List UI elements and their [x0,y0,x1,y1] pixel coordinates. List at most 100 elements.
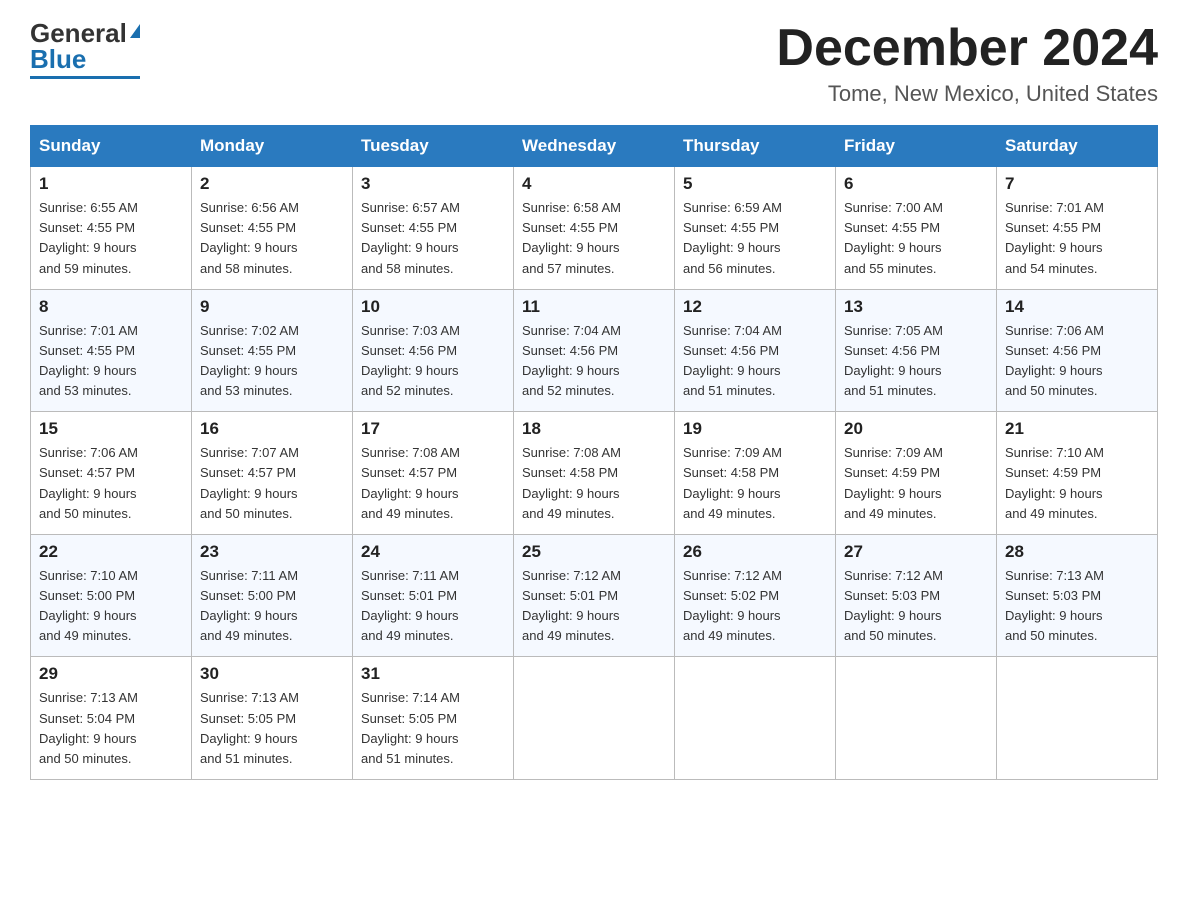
day-cell-2: 2 Sunrise: 6:56 AMSunset: 4:55 PMDaylight… [192,167,353,290]
day-info: Sunrise: 7:08 AMSunset: 4:58 PMDaylight:… [522,443,666,524]
day-cell-3: 3 Sunrise: 6:57 AMSunset: 4:55 PMDaylight… [353,167,514,290]
day-cell-1: 1 Sunrise: 6:55 AMSunset: 4:55 PMDaylight… [31,167,192,290]
day-number: 8 [39,297,183,317]
weekday-header-saturday: Saturday [997,126,1158,167]
day-number: 7 [1005,174,1149,194]
day-cell-30: 30 Sunrise: 7:13 AMSunset: 5:05 PMDayligh… [192,657,353,780]
title-block: December 2024 Tome, New Mexico, United S… [776,20,1158,107]
logo-blue-text: Blue [30,46,86,72]
day-number: 15 [39,419,183,439]
day-info: Sunrise: 7:09 AMSunset: 4:59 PMDaylight:… [844,443,988,524]
empty-cell [514,657,675,780]
day-info: Sunrise: 7:10 AMSunset: 4:59 PMDaylight:… [1005,443,1149,524]
location-subtitle: Tome, New Mexico, United States [776,81,1158,107]
day-info: Sunrise: 6:55 AMSunset: 4:55 PMDaylight:… [39,198,183,279]
day-cell-14: 14 Sunrise: 7:06 AMSunset: 4:56 PMDayligh… [997,289,1158,412]
day-cell-6: 6 Sunrise: 7:00 AMSunset: 4:55 PMDaylight… [836,167,997,290]
logo-triangle-icon [130,24,140,38]
day-cell-29: 29Sunrise: 7:13 AMSunset: 5:04 PMDayligh… [31,657,192,780]
day-number: 25 [522,542,666,562]
day-info: Sunrise: 7:07 AMSunset: 4:57 PMDaylight:… [200,443,344,524]
day-info: Sunrise: 7:13 AMSunset: 5:05 PMDaylight:… [200,688,344,769]
day-cell-20: 20 Sunrise: 7:09 AMSunset: 4:59 PMDayligh… [836,412,997,535]
day-number: 21 [1005,419,1149,439]
day-number: 31 [361,664,505,684]
weekday-header-sunday: Sunday [31,126,192,167]
day-number: 13 [844,297,988,317]
day-cell-31: 31 Sunrise: 7:14 AMSunset: 5:05 PMDayligh… [353,657,514,780]
day-cell-9: 9Sunrise: 7:02 AMSunset: 4:55 PMDaylight… [192,289,353,412]
day-number: 10 [361,297,505,317]
day-number: 19 [683,419,827,439]
day-cell-5: 5 Sunrise: 6:59 AMSunset: 4:55 PMDaylight… [675,167,836,290]
day-info: Sunrise: 7:04 AMSunset: 4:56 PMDaylight:… [522,321,666,402]
day-info: Sunrise: 7:12 AMSunset: 5:01 PMDaylight:… [522,566,666,647]
day-info: Sunrise: 7:13 AMSunset: 5:03 PMDaylight:… [1005,566,1149,647]
empty-cell [997,657,1158,780]
day-number: 14 [1005,297,1149,317]
weekday-header-friday: Friday [836,126,997,167]
day-info: Sunrise: 7:01 AMSunset: 4:55 PMDaylight:… [1005,198,1149,279]
logo-underline [30,76,140,79]
day-cell-12: 12 Sunrise: 7:04 AMSunset: 4:56 PMDayligh… [675,289,836,412]
day-number: 4 [522,174,666,194]
day-info: Sunrise: 7:06 AMSunset: 4:56 PMDaylight:… [1005,321,1149,402]
weekday-header-monday: Monday [192,126,353,167]
day-number: 12 [683,297,827,317]
day-info: Sunrise: 7:11 AMSunset: 5:00 PMDaylight:… [200,566,344,647]
day-info: Sunrise: 7:00 AMSunset: 4:55 PMDaylight:… [844,198,988,279]
day-cell-10: 10Sunrise: 7:03 AMSunset: 4:56 PMDayligh… [353,289,514,412]
calendar-table: SundayMondayTuesdayWednesdayThursdayFrid… [30,125,1158,780]
day-number: 18 [522,419,666,439]
day-info: Sunrise: 6:59 AMSunset: 4:55 PMDaylight:… [683,198,827,279]
day-number: 16 [200,419,344,439]
day-number: 3 [361,174,505,194]
day-number: 9 [200,297,344,317]
weekday-header-row: SundayMondayTuesdayWednesdayThursdayFrid… [31,126,1158,167]
day-cell-27: 27Sunrise: 7:12 AMSunset: 5:03 PMDayligh… [836,534,997,657]
day-cell-17: 17Sunrise: 7:08 AMSunset: 4:57 PMDayligh… [353,412,514,535]
day-number: 30 [200,664,344,684]
day-number: 11 [522,297,666,317]
day-info: Sunrise: 7:14 AMSunset: 5:05 PMDaylight:… [361,688,505,769]
day-number: 28 [1005,542,1149,562]
logo-general-text: General [30,20,127,46]
day-info: Sunrise: 7:05 AMSunset: 4:56 PMDaylight:… [844,321,988,402]
day-number: 26 [683,542,827,562]
day-number: 5 [683,174,827,194]
month-title: December 2024 [776,20,1158,77]
day-cell-23: 23 Sunrise: 7:11 AMSunset: 5:00 PMDayligh… [192,534,353,657]
week-row-1: 1 Sunrise: 6:55 AMSunset: 4:55 PMDaylight… [31,167,1158,290]
week-row-5: 29Sunrise: 7:13 AMSunset: 5:04 PMDayligh… [31,657,1158,780]
day-info: Sunrise: 6:58 AMSunset: 4:55 PMDaylight:… [522,198,666,279]
day-info: Sunrise: 7:09 AMSunset: 4:58 PMDaylight:… [683,443,827,524]
day-number: 6 [844,174,988,194]
day-cell-11: 11 Sunrise: 7:04 AMSunset: 4:56 PMDayligh… [514,289,675,412]
day-number: 23 [200,542,344,562]
empty-cell [836,657,997,780]
day-cell-25: 25 Sunrise: 7:12 AMSunset: 5:01 PMDayligh… [514,534,675,657]
day-info: Sunrise: 7:04 AMSunset: 4:56 PMDaylight:… [683,321,827,402]
day-info: Sunrise: 7:10 AMSunset: 5:00 PMDaylight:… [39,566,183,647]
day-cell-8: 8 Sunrise: 7:01 AMSunset: 4:55 PMDaylight… [31,289,192,412]
day-info: Sunrise: 7:06 AMSunset: 4:57 PMDaylight:… [39,443,183,524]
week-row-3: 15 Sunrise: 7:06 AMSunset: 4:57 PMDayligh… [31,412,1158,535]
day-info: Sunrise: 6:56 AMSunset: 4:55 PMDaylight:… [200,198,344,279]
day-number: 2 [200,174,344,194]
week-row-4: 22Sunrise: 7:10 AMSunset: 5:00 PMDayligh… [31,534,1158,657]
day-cell-19: 19 Sunrise: 7:09 AMSunset: 4:58 PMDayligh… [675,412,836,535]
day-number: 20 [844,419,988,439]
day-cell-22: 22Sunrise: 7:10 AMSunset: 5:00 PMDayligh… [31,534,192,657]
day-number: 24 [361,542,505,562]
day-info: Sunrise: 7:13 AMSunset: 5:04 PMDaylight:… [39,688,183,769]
day-info: Sunrise: 7:08 AMSunset: 4:57 PMDaylight:… [361,443,505,524]
day-cell-16: 16 Sunrise: 7:07 AMSunset: 4:57 PMDayligh… [192,412,353,535]
day-info: Sunrise: 6:57 AMSunset: 4:55 PMDaylight:… [361,198,505,279]
day-cell-15: 15 Sunrise: 7:06 AMSunset: 4:57 PMDayligh… [31,412,192,535]
day-number: 27 [844,542,988,562]
day-info: Sunrise: 7:01 AMSunset: 4:55 PMDaylight:… [39,321,183,402]
page-header: General Blue December 2024 Tome, New Mex… [30,20,1158,107]
day-cell-24: 24 Sunrise: 7:11 AMSunset: 5:01 PMDayligh… [353,534,514,657]
day-info: Sunrise: 7:11 AMSunset: 5:01 PMDaylight:… [361,566,505,647]
day-number: 1 [39,174,183,194]
